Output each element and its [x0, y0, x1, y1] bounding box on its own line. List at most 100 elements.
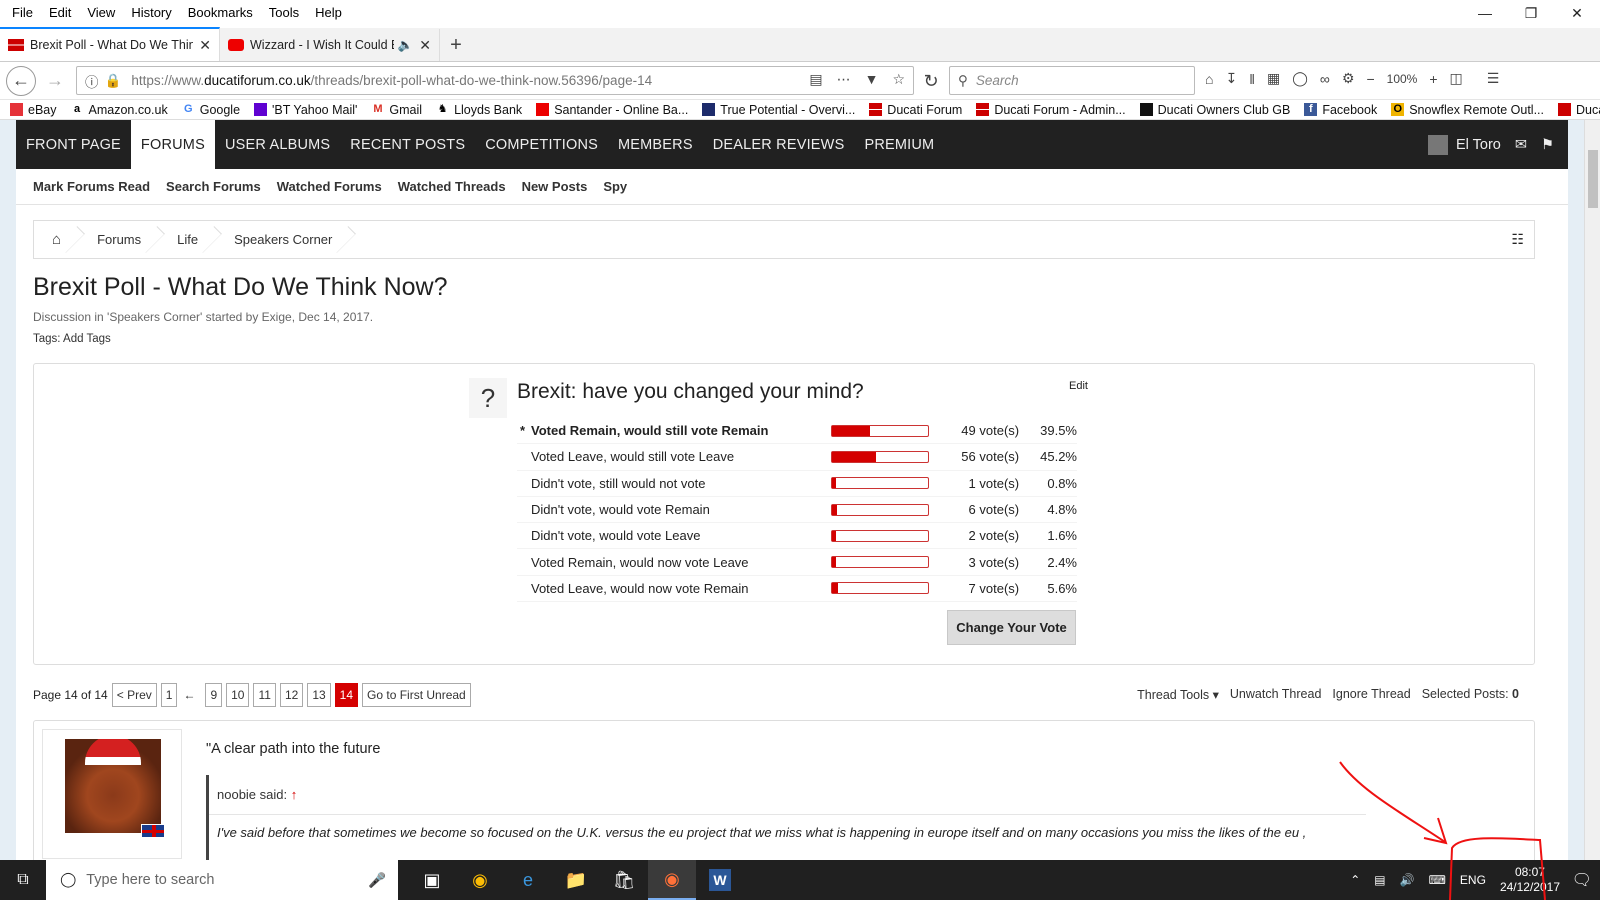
- nav-competitions[interactable]: COMPETITIONS: [475, 120, 608, 169]
- ignore-thread-link[interactable]: Ignore Thread: [1332, 687, 1410, 702]
- menu-bookmarks[interactable]: Bookmarks: [180, 5, 261, 20]
- taskbar-search[interactable]: ◯ Type here to search 🎤: [46, 860, 398, 900]
- new-tab-button[interactable]: +: [440, 29, 472, 61]
- envelope-icon[interactable]: ✉: [1515, 137, 1527, 153]
- nav-recent-posts[interactable]: RECENT POSTS: [340, 120, 475, 169]
- page-jump-icon[interactable]: ←: [183, 688, 195, 702]
- forward-button[interactable]: →: [40, 66, 70, 96]
- menu-view[interactable]: View: [79, 5, 123, 20]
- menu-file[interactable]: File: [4, 5, 41, 20]
- minimize-icon[interactable]: —: [1462, 0, 1508, 26]
- clock[interactable]: 08:07 24/12/2017: [1500, 865, 1560, 895]
- windows-start-icon[interactable]: ⧉: [0, 860, 46, 900]
- bookmark-google[interactable]: G Google: [182, 103, 240, 117]
- breadcrumb-life[interactable]: Life: [159, 220, 216, 259]
- page-link[interactable]: 1: [160, 682, 178, 707]
- user-menu[interactable]: El Toro: [1427, 134, 1501, 155]
- gear-icon[interactable]: ⚙: [1342, 70, 1355, 87]
- zoom-out-icon[interactable]: −: [1366, 71, 1374, 87]
- bookmark-yahoo[interactable]: 'BT Yahoo Mail': [254, 103, 357, 117]
- reader-view-icon[interactable]: ▤: [809, 71, 822, 88]
- bookmark-lloyds[interactable]: ♞ Lloyds Bank: [436, 103, 523, 117]
- bookmark-facebook[interactable]: f Facebook: [1304, 103, 1377, 117]
- close-icon[interactable]: ✕: [1554, 0, 1600, 26]
- page-actions-icon[interactable]: ⋯: [837, 71, 851, 88]
- library-icon[interactable]: ‖: [1249, 71, 1255, 87]
- page-link[interactable]: 13: [307, 682, 331, 707]
- page-link[interactable]: 10: [226, 682, 250, 707]
- page-scrollbar[interactable]: [1584, 120, 1600, 860]
- search-input[interactable]: ⚲ Search: [949, 66, 1195, 95]
- edge-icon[interactable]: e: [504, 860, 552, 900]
- watched-forums-link[interactable]: Watched Forums: [277, 179, 382, 194]
- adblock-icon[interactable]: ◯: [1292, 70, 1308, 87]
- extension-icon[interactable]: ▦: [1267, 70, 1280, 87]
- keyboard-icon[interactable]: ⌨: [1429, 873, 1446, 887]
- nav-forums[interactable]: FORUMS: [130, 120, 215, 169]
- bookmark-ducati-admin[interactable]: Ducati Forum - Admin...: [976, 103, 1126, 117]
- bookmark-doc-gb[interactable]: Ducati Owners Club GB: [1139, 103, 1290, 117]
- current-page[interactable]: 14: [334, 682, 359, 707]
- tab-brexit-poll[interactable]: Brexit Poll - What Do We Think ✕: [0, 27, 220, 61]
- avatar[interactable]: [65, 739, 161, 833]
- zoom-in-icon[interactable]: +: [1429, 71, 1437, 87]
- menu-tools[interactable]: Tools: [261, 5, 307, 20]
- language-indicator[interactable]: ENG: [1460, 873, 1486, 887]
- unwatch-thread-link[interactable]: Unwatch Thread: [1230, 687, 1322, 702]
- back-button[interactable]: ←: [6, 65, 36, 96]
- zoom-level[interactable]: 100%: [1387, 72, 1418, 86]
- bookmark-ebay[interactable]: eBay: [10, 103, 57, 117]
- scrollbar-thumb[interactable]: [1588, 150, 1598, 208]
- breadcrumb-forums[interactable]: Forums: [79, 220, 159, 259]
- action-center-icon[interactable]: 🗨: [1572, 870, 1592, 890]
- nav-members[interactable]: MEMBERS: [608, 120, 703, 169]
- bookmark-ducati-forum[interactable]: Ducati Forum: [869, 103, 962, 117]
- firefox-icon[interactable]: ◉: [648, 860, 696, 900]
- word-icon[interactable]: W: [709, 869, 731, 891]
- restore-icon[interactable]: ❐: [1508, 0, 1554, 26]
- home-icon[interactable]: ⌂: [34, 220, 79, 259]
- prev-page-button[interactable]: < Prev: [111, 682, 157, 707]
- bookmark-snowflex[interactable]: O Snowflex Remote Outl...: [1391, 103, 1544, 117]
- network-icon[interactable]: ▤: [1374, 873, 1385, 887]
- page-link[interactable]: 9: [205, 682, 223, 707]
- search-forums-link[interactable]: Search Forums: [166, 179, 261, 194]
- menu-edit[interactable]: Edit: [41, 5, 79, 20]
- nav-premium[interactable]: PREMIUM: [854, 120, 944, 169]
- file-explorer-icon[interactable]: 📁: [552, 860, 600, 900]
- download-icon[interactable]: ↧: [1225, 70, 1237, 87]
- nav-dealer-reviews[interactable]: DEALER REVIEWS: [703, 120, 855, 169]
- info-icon[interactable]: ⓘ: [85, 71, 99, 91]
- close-tab-icon[interactable]: ✕: [419, 37, 431, 54]
- change-vote-button[interactable]: Change Your Vote: [947, 610, 1076, 645]
- first-unread-button[interactable]: Go to First Unread: [362, 682, 471, 707]
- task-view-icon[interactable]: ▣: [408, 860, 456, 900]
- store-icon[interactable]: 🛍: [600, 860, 648, 900]
- volume-icon[interactable]: 🔊: [1400, 873, 1415, 887]
- poll-edit-link[interactable]: Edit: [1069, 380, 1088, 392]
- bookmark-amazon[interactable]: a Amazon.co.uk: [71, 103, 168, 117]
- pocket-icon[interactable]: ▼: [865, 71, 879, 88]
- mask-icon[interactable]: ∞: [1320, 71, 1330, 87]
- hamburger-menu-icon[interactable]: ☰: [1487, 70, 1500, 87]
- bookmark-true-potential[interactable]: True Potential - Overvi...: [702, 103, 855, 117]
- bookmark-ducati[interactable]: Ducati: [1558, 103, 1600, 117]
- reload-button[interactable]: ↻: [916, 66, 946, 96]
- microphone-icon[interactable]: 🎤: [368, 872, 386, 889]
- nav-user-albums[interactable]: USER ALBUMS: [215, 120, 340, 169]
- breadcrumb-speakers-corner[interactable]: Speakers Corner: [216, 220, 350, 259]
- flag-icon[interactable]: ⚑: [1541, 137, 1554, 153]
- chevron-up-icon[interactable]: ⌃: [1350, 873, 1360, 887]
- menu-help[interactable]: Help: [307, 5, 350, 20]
- chrome-icon[interactable]: ◉: [456, 860, 504, 900]
- menu-history[interactable]: History: [123, 5, 179, 20]
- tab-wizzard[interactable]: Wizzard - I Wish It Could Be 🔈 ✕: [220, 29, 440, 61]
- thread-tags[interactable]: Tags: Add Tags: [33, 333, 111, 345]
- page-link[interactable]: 12: [279, 682, 304, 707]
- bookmark-gmail[interactable]: M Gmail: [371, 103, 422, 117]
- new-posts-link[interactable]: New Posts: [522, 179, 588, 194]
- quote-jump-icon[interactable]: ↑: [291, 787, 298, 802]
- close-tab-icon[interactable]: ✕: [199, 37, 211, 54]
- bookmark-star-icon[interactable]: ☆: [892, 71, 905, 88]
- sitemap-icon[interactable]: ☷: [1511, 231, 1524, 248]
